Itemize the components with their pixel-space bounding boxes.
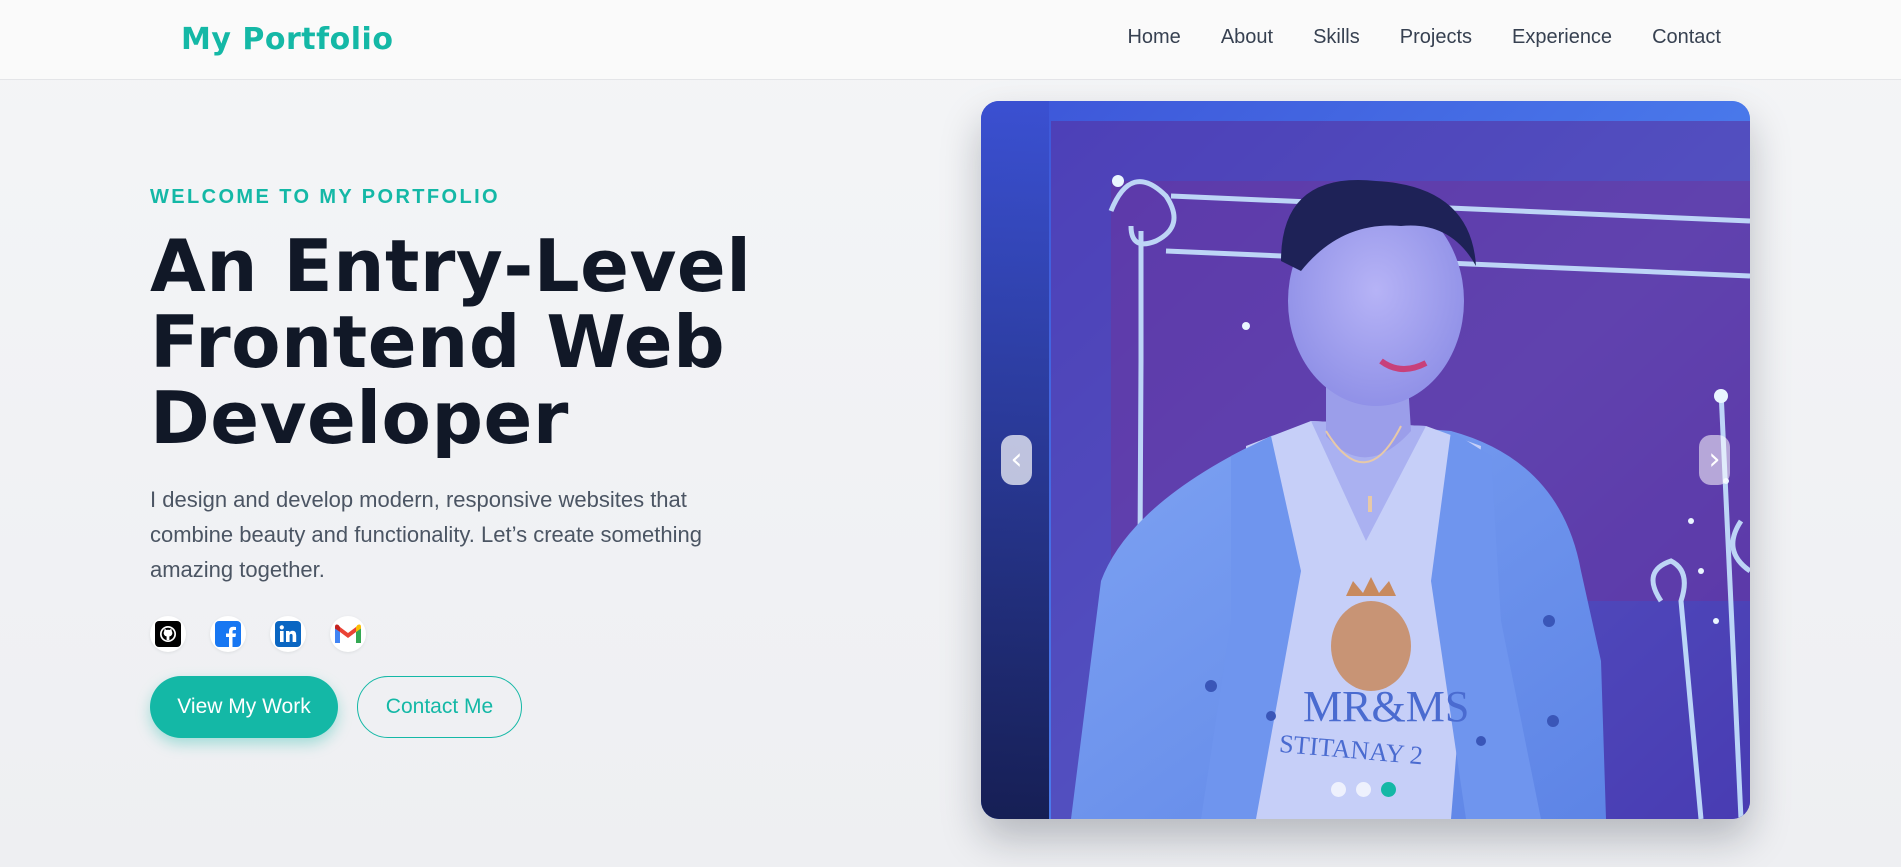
portrait-photo: MR&MS STITANAY 2 bbox=[981, 101, 1750, 819]
nav-links: Home About Skills Projects Experience Co… bbox=[1127, 26, 1721, 49]
headline-line-1: An Entry-Level bbox=[150, 224, 752, 308]
headline-line-3: Developer bbox=[150, 376, 569, 460]
chevron-right-icon: › bbox=[1708, 442, 1721, 477]
carousel-indicators bbox=[1331, 782, 1396, 797]
navbar: My Portfolio Home About Skills Projects … bbox=[0, 0, 1901, 80]
gmail-link[interactable] bbox=[330, 616, 366, 652]
nav-link-skills[interactable]: Skills bbox=[1313, 26, 1360, 49]
linkedin-icon bbox=[275, 621, 301, 647]
linkedin-link[interactable] bbox=[270, 616, 306, 652]
chevron-left-icon: ‹ bbox=[1010, 442, 1023, 477]
carousel-dot-2[interactable] bbox=[1356, 782, 1371, 797]
nav-link-projects[interactable]: Projects bbox=[1400, 26, 1472, 49]
github-link[interactable] bbox=[150, 616, 186, 652]
gmail-icon bbox=[335, 624, 361, 643]
nav-link-contact[interactable]: Contact bbox=[1652, 26, 1721, 49]
carousel-prev-button[interactable]: ‹ bbox=[1001, 435, 1032, 485]
brand-logo[interactable]: My Portfolio bbox=[181, 22, 393, 57]
social-links bbox=[150, 616, 366, 652]
hero-headline: An Entry-Level Frontend Web Developer bbox=[150, 228, 790, 456]
carousel-dot-3[interactable] bbox=[1381, 782, 1396, 797]
hero-image-carousel[interactable]: MR&MS STITANAY 2 ‹ › bbox=[981, 101, 1750, 819]
headline-line-2: Frontend Web bbox=[150, 300, 726, 384]
facebook-link[interactable] bbox=[210, 616, 246, 652]
carousel-next-button[interactable]: › bbox=[1699, 435, 1730, 485]
nav-link-experience[interactable]: Experience bbox=[1512, 26, 1612, 49]
page: My Portfolio Home About Skills Projects … bbox=[0, 0, 1901, 867]
nav-link-home[interactable]: Home bbox=[1127, 26, 1180, 49]
carousel-dot-1[interactable] bbox=[1331, 782, 1346, 797]
facebook-icon bbox=[215, 621, 241, 647]
view-my-work-button[interactable]: View My Work bbox=[150, 676, 338, 738]
contact-me-button[interactable]: Contact Me bbox=[357, 676, 522, 738]
hero-eyebrow: WELCOME TO MY PORTFOLIO bbox=[150, 186, 501, 208]
nav-link-about[interactable]: About bbox=[1221, 26, 1273, 49]
hero-description: I design and develop modern, responsive … bbox=[150, 487, 702, 582]
github-icon bbox=[155, 621, 181, 647]
shirt-text-top: MR&MS bbox=[1303, 682, 1469, 731]
